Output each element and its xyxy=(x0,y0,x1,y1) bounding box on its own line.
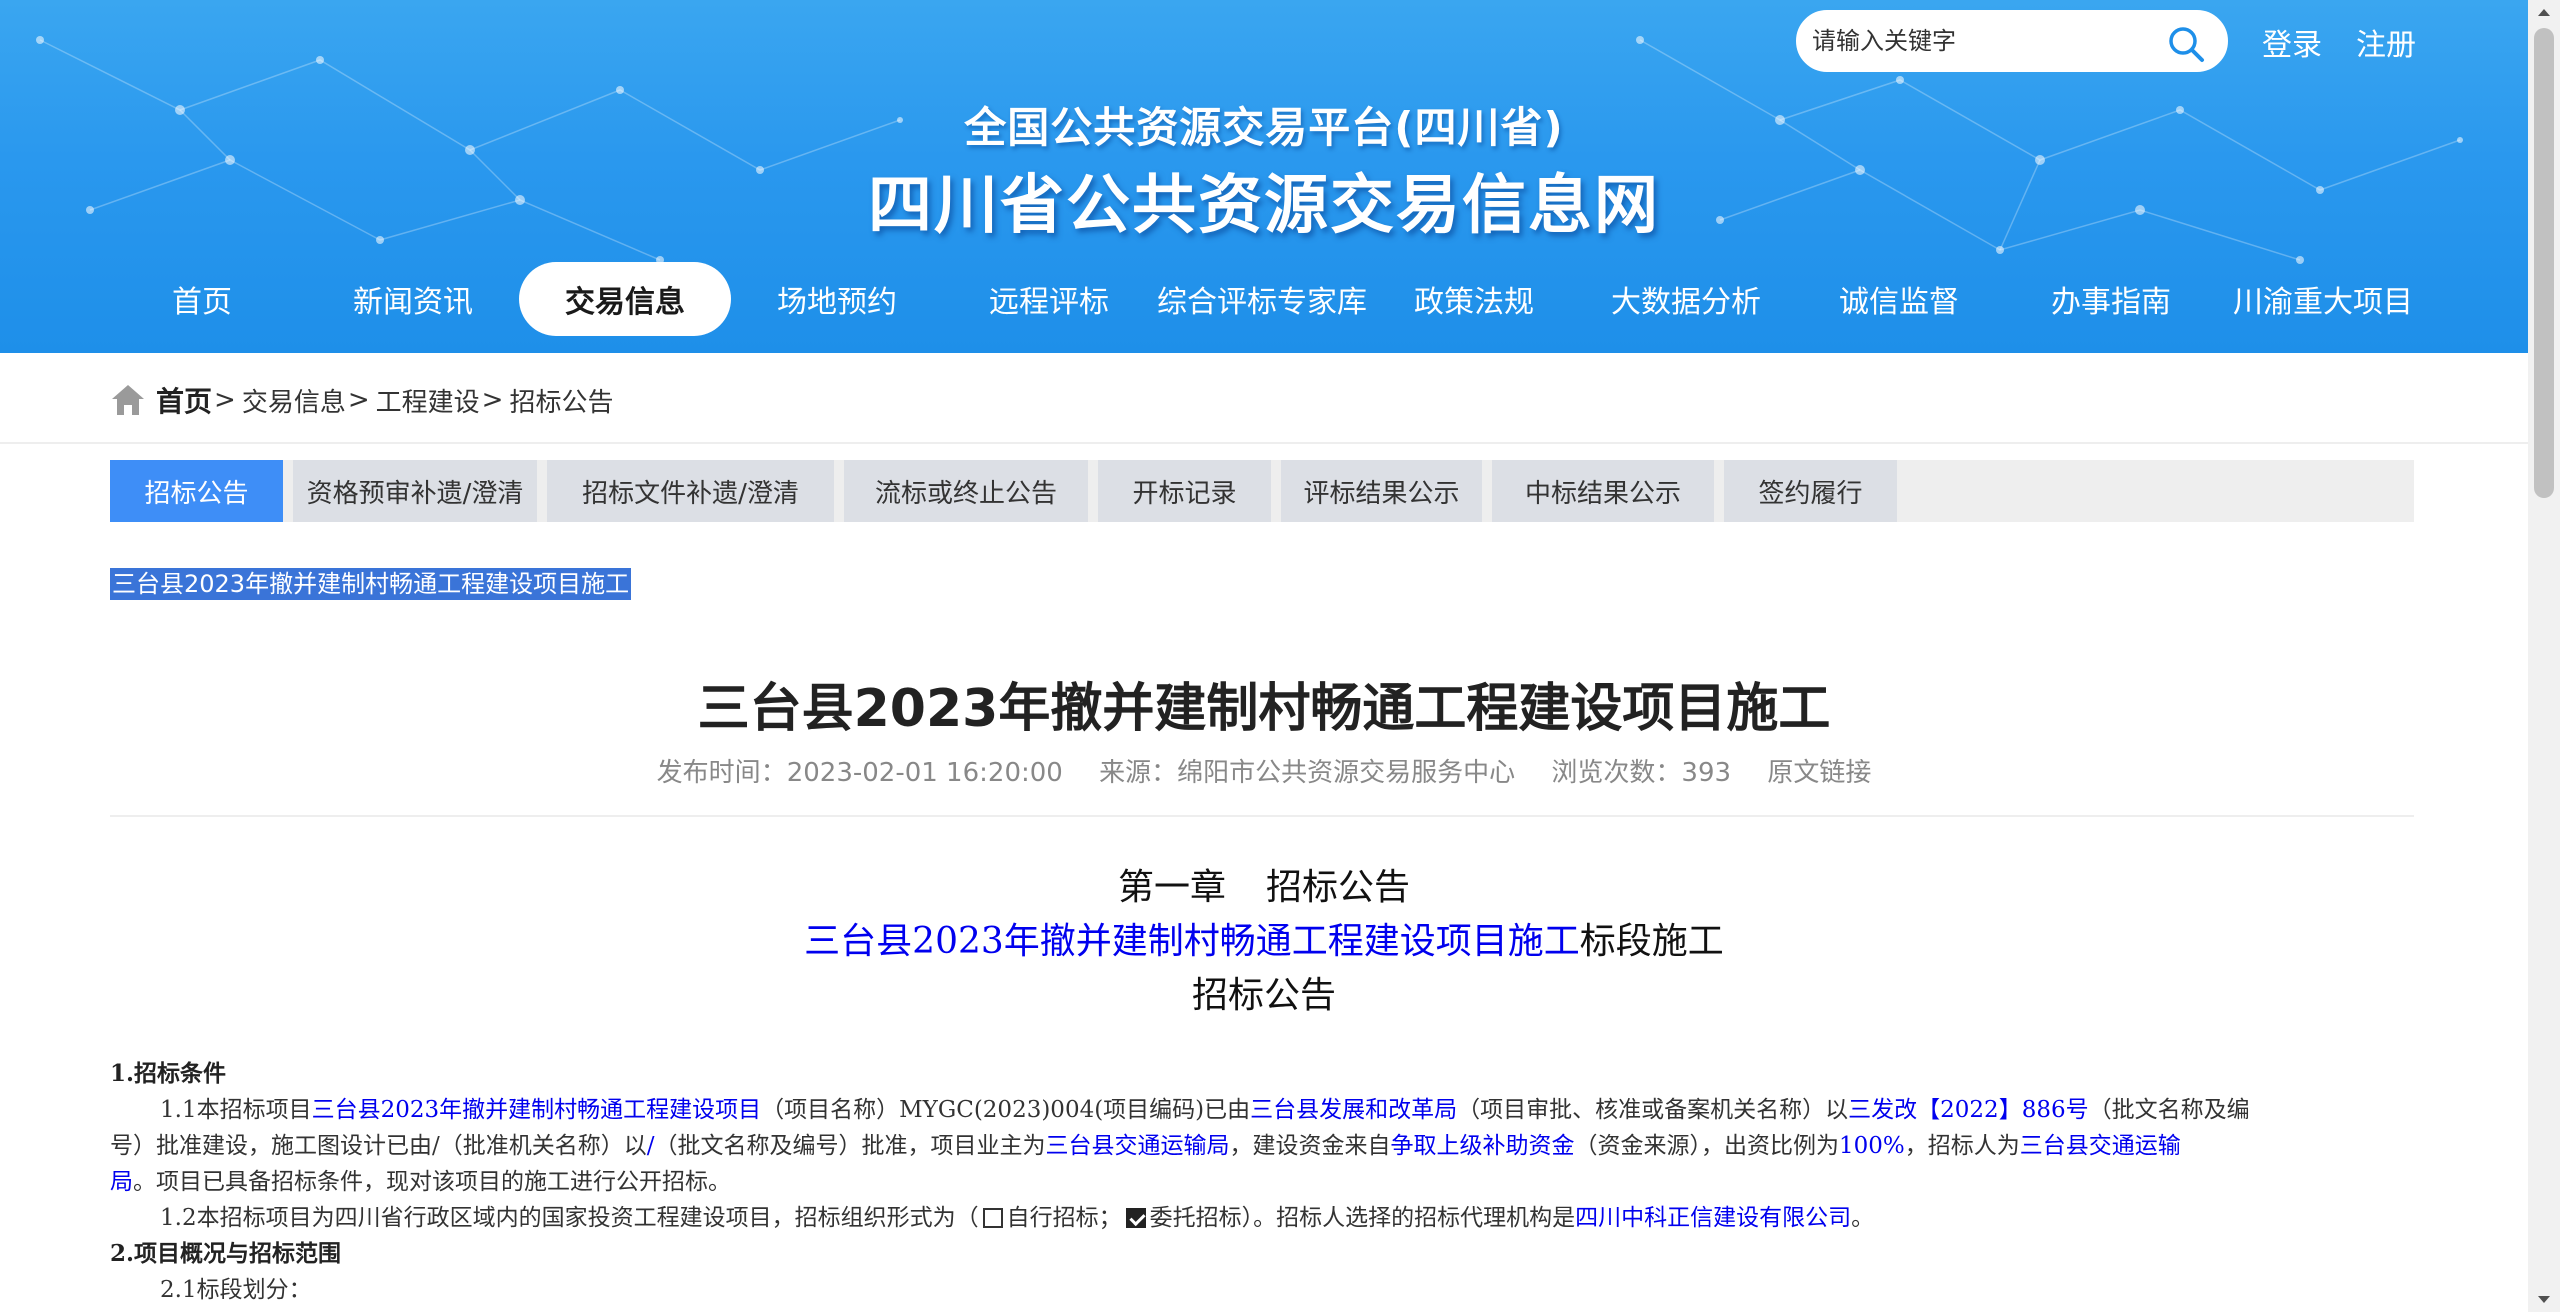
breadcrumb: 首页 > 交易信息 > 工程建设 > 招标公告 xyxy=(110,378,613,422)
notice-heading: 招标公告 xyxy=(1191,975,1336,1016)
owner-ref: 三台县交通运输局 xyxy=(1045,1133,1230,1159)
publish-time-label: 发布时间： xyxy=(656,758,787,788)
search-box[interactable] xyxy=(1796,10,2228,72)
nav-item-trade-info[interactable]: 交易信息 xyxy=(519,262,731,336)
paragraph-line: 1.2本招标项目为四川省行政区域内的国家投资工程建设项目，招标组织形式为（ 自行招… xyxy=(160,1205,1875,1231)
register-link[interactable]: 注册 xyxy=(2356,20,2416,64)
tab-award-result[interactable]: 中标结果公示 xyxy=(1492,460,1714,522)
project-heading: 三台县2023年撤并建制村畅通工程建设项目施工标段施工 xyxy=(0,912,2528,964)
chapter-heading: 第一章 招标公告 xyxy=(0,858,2528,910)
breadcrumb-item-tender-notice[interactable]: 招标公告 xyxy=(509,382,613,419)
tab-contract-performance[interactable]: 签约履行 xyxy=(1724,460,1897,522)
site-title: 四川省公共资源交易信息网 xyxy=(868,169,1660,243)
breadcrumb-separator: > xyxy=(347,385,370,415)
site-header: 登录 注册 全国公共资源交易平台(四川省) 四川省公共资源交易信息网 首页 新闻… xyxy=(0,0,2528,353)
nav-item-sichuan-chongqing-projects[interactable]: 川渝重大项目 xyxy=(2217,262,2429,336)
chapter-number: 第一章 xyxy=(1117,867,1226,908)
paragraph-line: 号）批准建设，施工图设计已由/（批准机关名称）以/（批文名称及编号）批准，项目业… xyxy=(110,1133,2181,1159)
tenderer-ref: 三台县交通运输 xyxy=(2019,1133,2181,1159)
nav-item-big-data[interactable]: 大数据分析 xyxy=(1580,262,1792,336)
page-scrollbar[interactable] xyxy=(2528,0,2560,1312)
fund-ref: 争取上级补助资金 xyxy=(1390,1133,1575,1159)
paragraph-line: 局。项目已具备招标条件，现对该项目的施工进行公开招标。 xyxy=(110,1169,731,1195)
article-divider xyxy=(110,815,2414,817)
nav-item-credit-supervision[interactable]: 诚信监督 xyxy=(1793,262,2005,336)
source-value: 绵阳市公共资源交易服务中心 xyxy=(1177,758,1516,788)
category-tabs: 招标公告 资格预审补遗/澄清 招标文件补遗/澄清 流标或终止公告 开标记录 评标… xyxy=(110,460,2414,522)
home-icon xyxy=(112,385,144,415)
tab-bid-opening-record[interactable]: 开标记录 xyxy=(1098,460,1271,522)
publish-time-value: 2023-02-01 16:20:00 xyxy=(786,758,1063,788)
project-suffix: 标段施工 xyxy=(1579,921,1724,962)
breadcrumb-item-engineering[interactable]: 工程建设 xyxy=(376,382,480,419)
self-tender-checkbox xyxy=(982,1208,1003,1228)
selected-article-title: 三台县2023年撤并建制村畅通工程建设项目施工 xyxy=(110,568,632,600)
nav-item-service-guide[interactable]: 办事指南 xyxy=(2005,262,2217,336)
scrollbar-thumb[interactable] xyxy=(2534,28,2554,498)
project-name: 三台县2023年撤并建制村畅通工程建设项目施工 xyxy=(804,921,1580,962)
entrust-tender-checkbox xyxy=(1125,1208,1146,1228)
scroll-up-arrow-icon[interactable] xyxy=(2528,0,2560,24)
site-subtitle: 全国公共资源交易平台(四川省) xyxy=(964,103,1564,152)
paragraph-line: 2.1标段划分： xyxy=(160,1277,312,1303)
source-label: 来源： xyxy=(1099,758,1178,788)
tab-tender-notice[interactable]: 招标公告 xyxy=(110,460,283,522)
ratio-ref: 100% xyxy=(1839,1133,1905,1159)
view-count-value: 393 xyxy=(1681,758,1732,788)
login-link[interactable]: 登录 xyxy=(2262,20,2322,64)
agency-ref: 四川中科正信建设有限公司 xyxy=(1575,1205,1852,1231)
nav-item-remote-evaluation[interactable]: 远程评标 xyxy=(943,262,1155,336)
breadcrumb-separator: > xyxy=(214,385,236,415)
tab-evaluation-result[interactable]: 评标结果公示 xyxy=(1281,460,1482,522)
original-link[interactable]: 原文链接 xyxy=(1767,758,1871,788)
article-body: 1.招标条件 1.1本招标项目三台县2023年撤并建制村畅通工程建设项目（项目名… xyxy=(110,1056,2414,1308)
source: 来源：绵阳市公共资源交易服务中心 xyxy=(1099,758,1515,788)
breadcrumb-separator: > xyxy=(481,385,504,415)
main-nav: 首页 新闻资讯 交易信息 场地预约 远程评标 综合评标专家库 政策法规 大数据分… xyxy=(0,262,2528,336)
tab-tender-doc-addendum[interactable]: 招标文件补遗/澄清 xyxy=(547,460,834,522)
nav-item-policy[interactable]: 政策法规 xyxy=(1368,262,1580,336)
breadcrumb-home[interactable]: 首页 xyxy=(156,380,212,420)
tab-failed-or-terminated[interactable]: 流标或终止公告 xyxy=(844,460,1088,522)
section-heading: 2.项目概况与招标范围 xyxy=(110,1240,342,1267)
breadcrumb-divider xyxy=(0,442,2528,444)
section-heading: 1.招标条件 xyxy=(110,1060,227,1087)
nav-item-expert-database[interactable]: 综合评标专家库 xyxy=(1156,262,1368,336)
chapter-title: 招标公告 xyxy=(1266,867,1411,908)
view-count-label: 浏览次数： xyxy=(1551,758,1682,788)
tab-prequalification-addendum[interactable]: 资格预审补遗/澄清 xyxy=(293,460,537,522)
nav-item-venue-booking[interactable]: 场地预约 xyxy=(731,262,943,336)
nav-item-news[interactable]: 新闻资讯 xyxy=(307,262,519,336)
scroll-down-arrow-icon[interactable] xyxy=(2528,1288,2560,1312)
paragraph-line: 1.1本招标项目三台县2023年撤并建制村畅通工程建设项目（项目名称）MYGC(… xyxy=(160,1097,2250,1123)
view-count: 浏览次数：393 xyxy=(1551,758,1731,788)
article-title: 三台县2023年撤并建制村畅通工程建设项目施工 xyxy=(697,679,1831,739)
nav-item-home[interactable]: 首页 xyxy=(96,262,308,336)
publish-time: 发布时间：2023-02-01 16:20:00 xyxy=(657,758,1063,788)
search-icon[interactable] xyxy=(2166,24,2206,64)
article-meta: 发布时间：2023-02-01 16:20:00 来源：绵阳市公共资源交易服务中… xyxy=(0,752,2528,789)
breadcrumb-item-trade-info[interactable]: 交易信息 xyxy=(242,382,346,419)
approver-ref: 三台县发展和改革局 xyxy=(1250,1097,1458,1123)
approval-no-ref: 三发改【2022】886号 xyxy=(1848,1097,2089,1123)
project-name-ref: 三台县2023年撤并建制村畅通工程建设项目 xyxy=(311,1097,762,1123)
search-input[interactable] xyxy=(1812,27,2152,55)
